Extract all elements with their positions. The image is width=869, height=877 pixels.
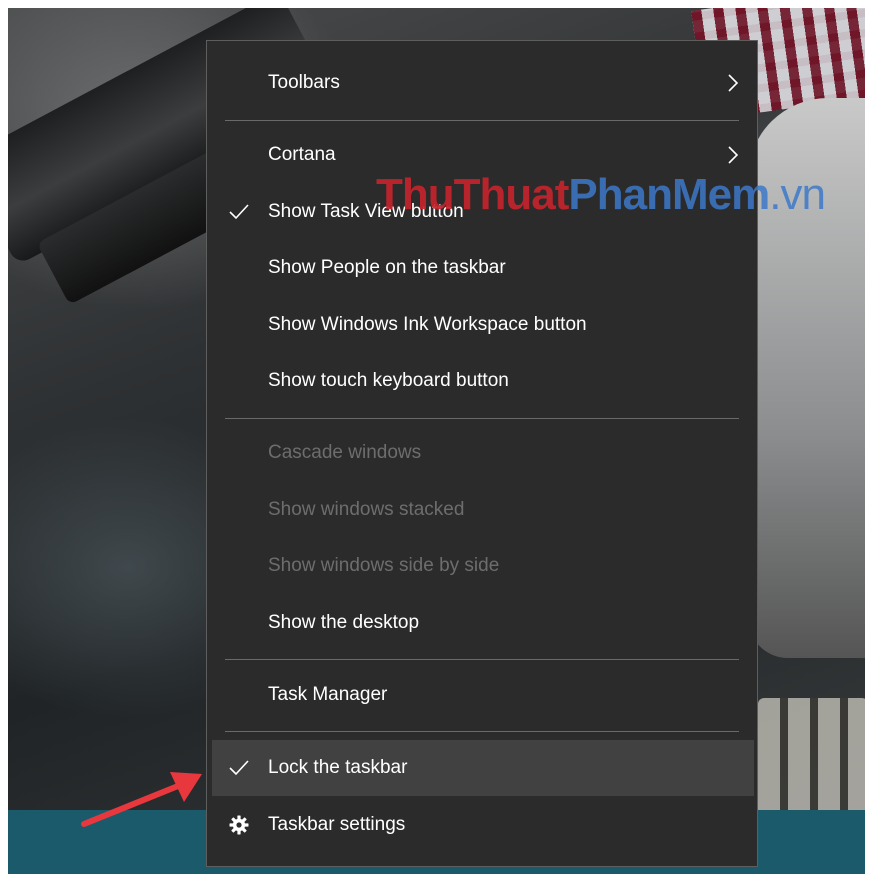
gear-icon [229, 797, 249, 853]
menu-item-show-people[interactable]: Show People on the taskbar [207, 240, 757, 296]
menu-item-label: Lock the taskbar [268, 757, 408, 778]
menu-separator [225, 659, 739, 660]
menu-item-label: Show Windows Ink Workspace button [268, 314, 587, 335]
watermark-part: .vn [769, 170, 826, 219]
menu-item-lock-taskbar[interactable]: Lock the taskbar [212, 740, 754, 796]
menu-item-label: Taskbar settings [268, 814, 406, 835]
menu-separator [225, 120, 739, 121]
menu-item-label: Show the desktop [268, 612, 420, 633]
wallpaper-shells [758, 698, 865, 818]
menu-item-label: Show People on the taskbar [268, 257, 506, 278]
checkmark-icon [229, 184, 249, 240]
menu-separator [225, 418, 739, 419]
watermark-part: ThuThuat [376, 170, 569, 219]
menu-item-show-desktop[interactable]: Show the desktop [207, 595, 757, 651]
menu-item-label: Cortana [268, 144, 336, 165]
menu-item-show-windows-side-by-side: Show windows side by side [207, 538, 757, 594]
menu-item-show-windows-stacked: Show windows stacked [207, 482, 757, 538]
menu-item-toolbars[interactable]: Toolbars [207, 55, 757, 111]
menu-item-label: Toolbars [268, 72, 340, 93]
taskbar-context-menu: Toolbars Cortana Show Task View button S… [206, 40, 758, 867]
watermark-part: PhanMem [568, 170, 770, 219]
menu-item-label: Show windows stacked [268, 499, 465, 520]
menu-item-label: Task Manager [268, 684, 388, 705]
menu-item-label: Show windows side by side [268, 555, 500, 576]
menu-item-taskbar-settings[interactable]: Taskbar settings [207, 797, 757, 853]
chevron-right-icon [727, 55, 739, 111]
menu-item-label: Show touch keyboard button [268, 370, 509, 391]
checkmark-icon [229, 740, 249, 796]
menu-item-show-windows-ink[interactable]: Show Windows Ink Workspace button [207, 297, 757, 353]
watermark: ThuThuatPhanMem.vn [376, 170, 826, 220]
menu-item-cascade-windows: Cascade windows [207, 425, 757, 481]
menu-item-task-manager[interactable]: Task Manager [207, 667, 757, 723]
red-arrow-annotation [81, 772, 202, 827]
menu-item-show-touch-keyboard[interactable]: Show touch keyboard button [207, 353, 757, 409]
menu-separator [225, 731, 739, 732]
menu-item-label: Cascade windows [268, 442, 422, 463]
